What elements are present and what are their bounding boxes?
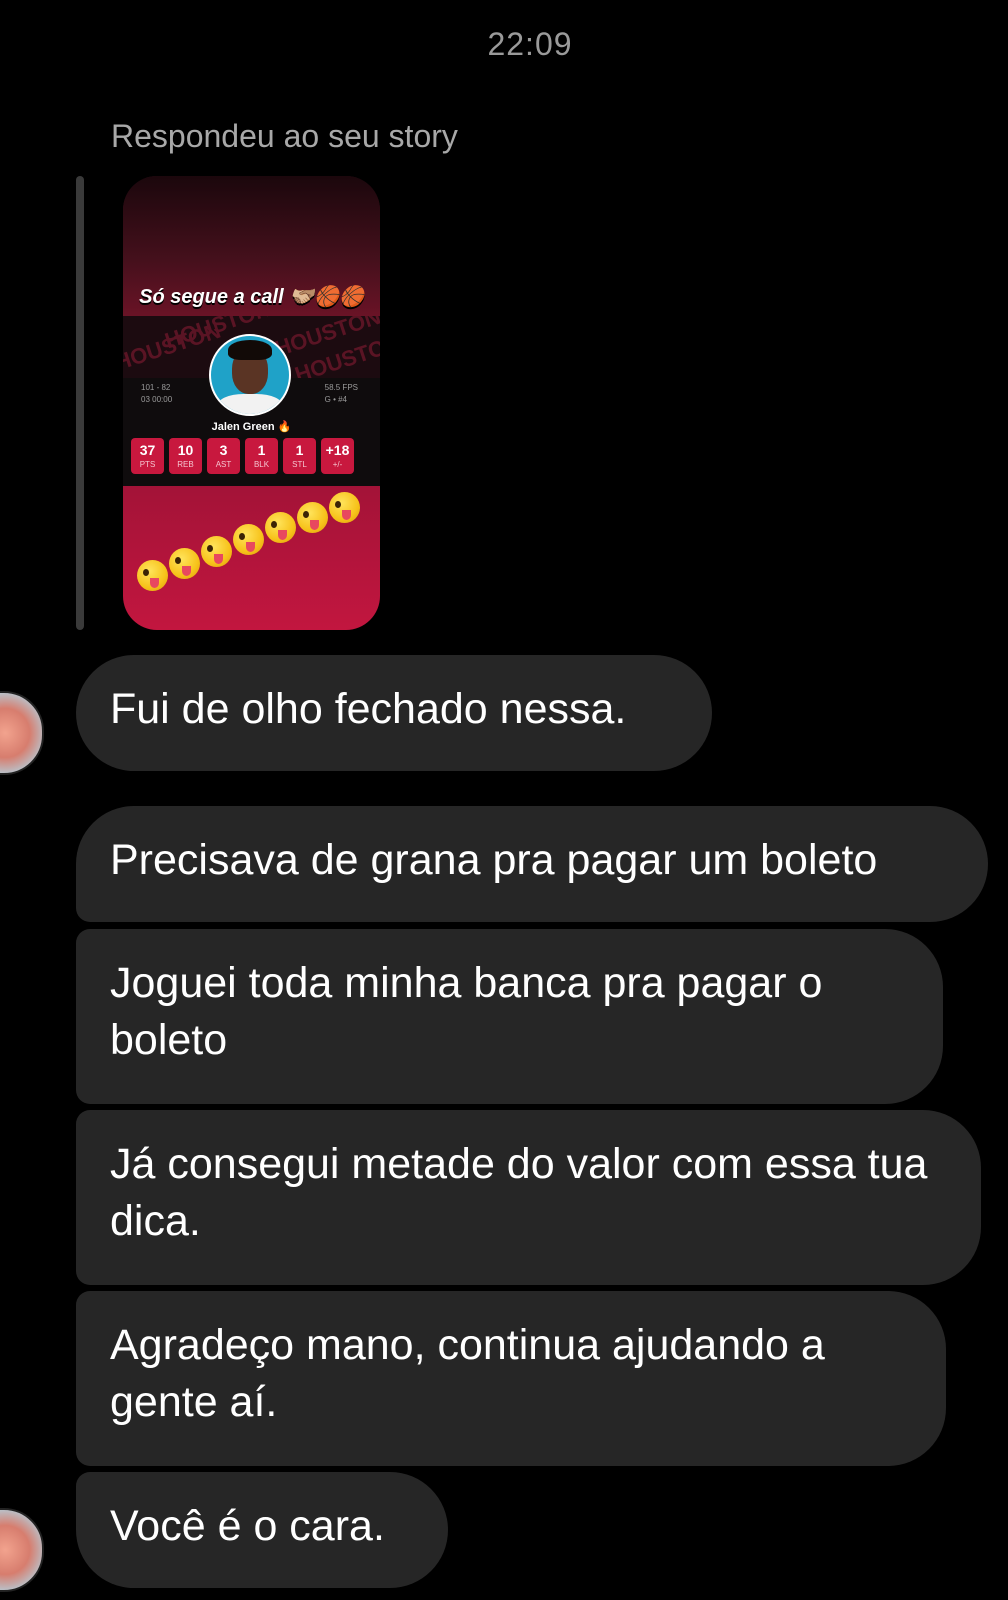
- stat-label: REB: [177, 460, 194, 469]
- player-name: Jalen Green 🔥: [211, 421, 292, 433]
- reply-quote-bar: [76, 176, 84, 630]
- stat-label: +/-: [332, 460, 343, 469]
- message-bubble[interactable]: Fui de olho fechado nessa.: [76, 655, 712, 771]
- score-left-line2: 03 00:00: [141, 395, 173, 404]
- stat-value: 37: [139, 442, 156, 458]
- story-preview[interactable]: Só segue a call 🫱🏼‍🫲🏽🏀🏀 HOUSTON HOUSTON …: [123, 176, 380, 630]
- stat-box: 3 AST: [207, 438, 240, 474]
- stat-row: 37 PTS 10 REB 3 AST 1 BLK 1 STL +18 +/-: [131, 438, 354, 474]
- score-left-line1: 101 - 82: [141, 383, 171, 392]
- timestamp: 22:09: [487, 26, 573, 62]
- stat-label: BLK: [253, 460, 270, 469]
- zany-face-icon: [201, 536, 232, 567]
- sender-avatar[interactable]: [0, 1508, 44, 1592]
- sender-avatar[interactable]: [0, 691, 44, 775]
- story-caption: Só segue a call 🫱🏼‍🫲🏽🏀🏀: [139, 286, 364, 308]
- score-right: 58.5 FPS G • #4: [325, 382, 358, 406]
- score-right-line1: 58.5 FPS: [324, 383, 358, 392]
- zany-face-icon: [297, 502, 328, 533]
- zany-face-icon: [169, 548, 200, 579]
- zany-face-icon: [233, 524, 264, 555]
- score-left: 101 - 82 03 00:00: [141, 382, 172, 406]
- stat-box: 10 REB: [169, 438, 202, 474]
- stat-box: +18 +/-: [321, 438, 354, 474]
- message-bubble[interactable]: Você é o cara.: [76, 1472, 448, 1588]
- zany-face-icon: [137, 560, 168, 591]
- message-bubble[interactable]: Precisava de grana pra pagar um boleto: [76, 806, 988, 922]
- stat-value: 1: [257, 442, 266, 458]
- zany-face-icon: [265, 512, 296, 543]
- player-photo: [209, 334, 291, 416]
- stat-box: 1 BLK: [245, 438, 278, 474]
- stat-value: 1: [295, 442, 304, 458]
- stat-value: 10: [177, 442, 194, 458]
- stat-box: 37 PTS: [131, 438, 164, 474]
- message-bubble[interactable]: Agradeço mano, continua ajudando a gente…: [76, 1291, 946, 1466]
- story-reply-label: Respondeu ao seu story: [111, 118, 458, 154]
- message-bubble[interactable]: Joguei toda minha banca pra pagar o bole…: [76, 929, 943, 1104]
- message-bubble[interactable]: Já consegui metade do valor com essa tua…: [76, 1110, 981, 1285]
- stat-label: PTS: [139, 460, 156, 469]
- stat-label: AST: [215, 460, 232, 469]
- emoji-row: [129, 492, 379, 594]
- stat-box: 1 STL: [283, 438, 316, 474]
- stat-value: +18: [325, 442, 350, 458]
- stat-value: 3: [219, 442, 228, 458]
- player-stats-card: HOUSTON HOUSTON HOUSTON HOUSTON 101 - 82…: [123, 316, 380, 486]
- zany-face-icon: [329, 492, 360, 523]
- score-right-line2: G • #4: [324, 395, 348, 404]
- stat-label: STL: [292, 460, 307, 469]
